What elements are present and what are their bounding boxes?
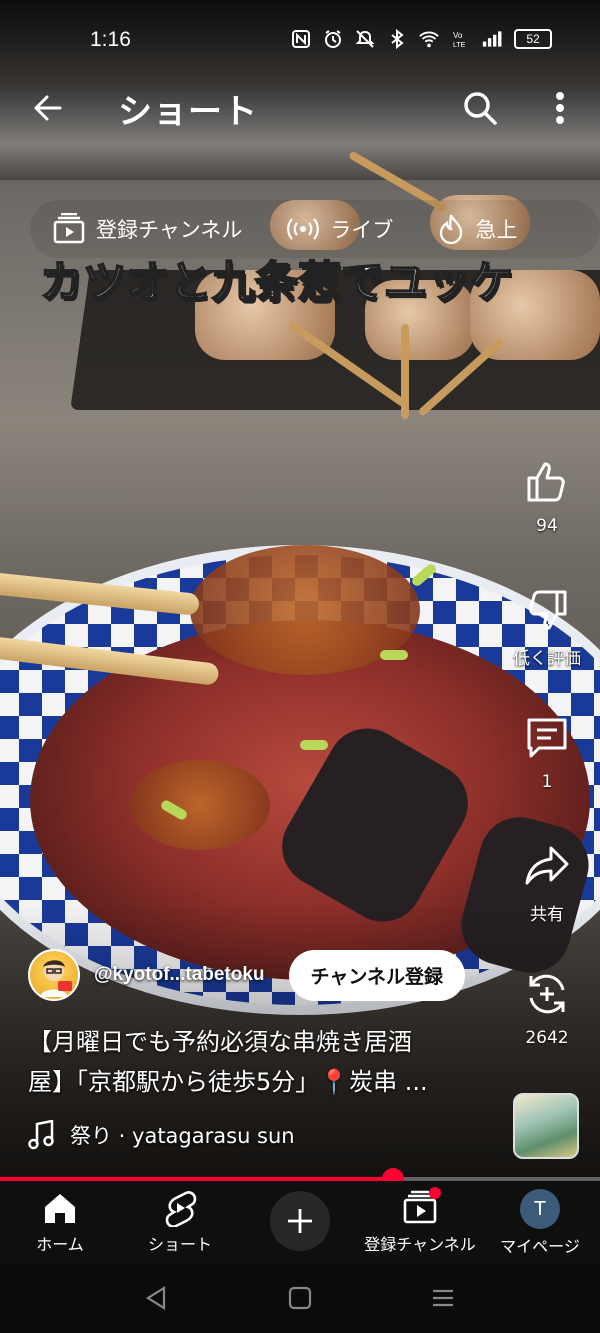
channel-avatar[interactable] (28, 949, 80, 1001)
music-note-icon (28, 1120, 54, 1150)
sauce (130, 760, 270, 850)
chip-label: ライブ (330, 218, 394, 242)
thumbs-down-icon (529, 590, 567, 630)
comment-icon (527, 718, 567, 758)
chip-label: 登録チャンネル (96, 218, 243, 242)
channel-row: @kyotof...tabetoku チャンネル登録 (28, 948, 465, 1002)
nav-me-label: マイページ (500, 1237, 580, 1256)
like-count: 94 (536, 516, 558, 536)
new-content-badge (429, 1187, 441, 1199)
nfc-icon (290, 28, 312, 50)
subscribe-button[interactable]: チャンネル登録 (288, 949, 465, 1001)
search-icon (464, 92, 497, 125)
system-nav-bar (0, 1263, 600, 1333)
system-home-button[interactable] (285, 1283, 315, 1313)
share-label: 共有 (530, 905, 564, 925)
bluetooth-icon (386, 28, 408, 50)
trending-icon (440, 214, 463, 245)
search-button[interactable] (460, 88, 500, 128)
subscriptions-icon-wrap (401, 1187, 441, 1227)
remix-icon (529, 974, 565, 1014)
volte-icon: Vo LTE (450, 28, 472, 50)
description-line-1: 【月曜日でも予約必須な串焼き居酒 (28, 1028, 412, 1056)
nav-home[interactable]: ホーム (0, 1189, 120, 1255)
back-button[interactable] (28, 88, 68, 128)
thumbs-up-icon (527, 462, 565, 502)
home-icon (45, 1194, 75, 1223)
chip-subscriptions[interactable]: 登録チャンネル (30, 213, 264, 245)
green-onion (380, 650, 408, 660)
svg-text:Vo: Vo (453, 31, 463, 40)
triangle-back-icon (145, 1286, 166, 1310)
nav-shorts[interactable]: ショート (120, 1189, 240, 1255)
status-icons: Vo LTE 52 (290, 28, 552, 50)
user-avatar: T (520, 1189, 560, 1229)
video-overlay-caption: カツオと九条葱でユッケ (39, 257, 514, 309)
share-icon (525, 846, 569, 885)
skewer (401, 324, 409, 419)
nav-subscriptions-label: 登録チャンネル (364, 1235, 476, 1254)
nav-shorts-label: ショート (147, 1235, 212, 1254)
system-back-button[interactable] (142, 1283, 172, 1313)
subscriptions-icon (53, 213, 85, 244)
plus-icon (288, 1209, 312, 1233)
more-vertical-icon (556, 92, 564, 124)
create-button[interactable] (270, 1191, 330, 1251)
mute-icon (354, 28, 376, 50)
green-onion (300, 740, 328, 750)
dislike-label: 低く評価 (513, 649, 581, 669)
system-recents-button[interactable] (428, 1283, 458, 1313)
comments-button[interactable]: 1 (508, 714, 586, 792)
description-line-2: 屋】「京都駅から徒歩5分」📍炭串 ... (28, 1068, 428, 1096)
more-options-button[interactable] (545, 88, 575, 128)
video-description[interactable]: 【月曜日でも予約必須な串焼き居酒 屋】「京都駅から徒歩5分」📍炭串 ... (28, 1022, 498, 1102)
channel-avatar-illustration (40, 960, 72, 997)
live-icon (287, 218, 320, 240)
menu-lines-icon (433, 1289, 453, 1307)
status-bar: 1:16 Vo LTE 52 (0, 0, 600, 80)
shorts-icon (165, 1191, 197, 1227)
remix-count: 2642 (525, 1028, 569, 1048)
nav-me[interactable]: T マイページ (480, 1189, 600, 1257)
battery-indicator: 52 (514, 29, 552, 49)
svg-text:LTE: LTE (453, 42, 466, 49)
dislike-button[interactable]: 低く評価 (508, 586, 586, 669)
arrow-left-icon (34, 95, 62, 121)
bottom-nav: ホーム ショート 登録チャンネル T マイページ (0, 1181, 600, 1263)
nav-subscriptions[interactable]: 登録チャンネル (360, 1187, 480, 1255)
alarm-icon (322, 28, 344, 50)
square-home-icon (288, 1286, 312, 1310)
music-row[interactable]: 祭り · yatagarasu sun (28, 1120, 295, 1150)
page-title: ショート (118, 92, 258, 132)
channel-handle[interactable]: @kyotof...tabetoku (94, 964, 265, 986)
chip-trending[interactable]: 急上 (415, 213, 539, 245)
share-button[interactable]: 共有 (508, 842, 586, 925)
nav-home-label: ホーム (36, 1235, 84, 1254)
signal-icon (482, 28, 504, 50)
chip-label: 急上 (475, 218, 518, 242)
top-bar: ショート (0, 80, 600, 140)
chip-live[interactable]: ライブ (264, 214, 415, 244)
like-button[interactable]: 94 (508, 458, 586, 536)
comment-count: 1 (541, 772, 553, 792)
remix-button[interactable]: 2642 (508, 970, 586, 1048)
status-time: 1:16 (90, 28, 131, 51)
wifi-icon (418, 28, 440, 50)
music-thumbnail[interactable] (513, 1093, 579, 1159)
music-label: 祭り · yatagarasu sun (70, 1124, 295, 1148)
